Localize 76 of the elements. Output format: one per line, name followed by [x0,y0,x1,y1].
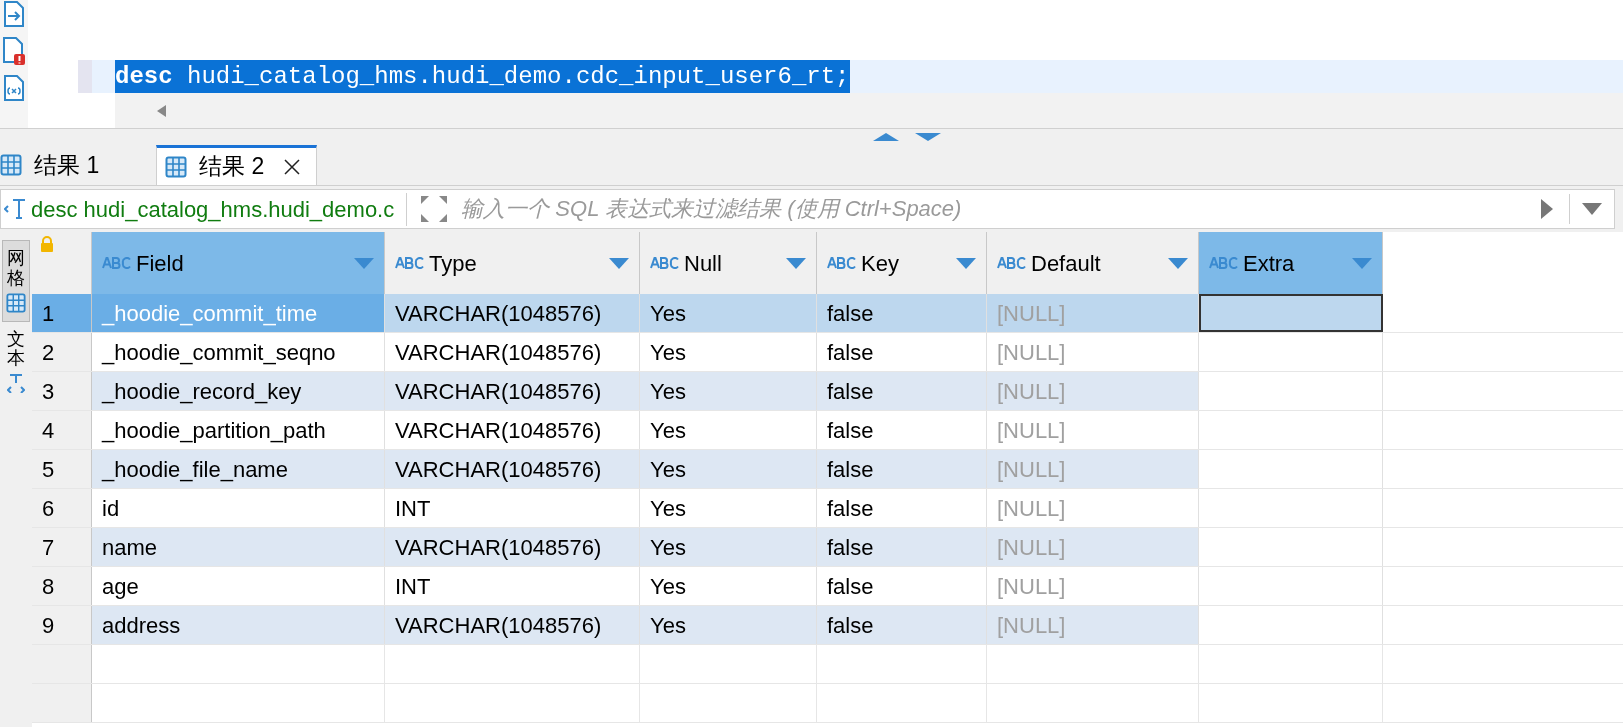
table-cell: [NULL] [987,606,1199,644]
table-cell: [NULL] [987,372,1199,410]
table-icon [165,155,187,178]
sort-caret-icon[interactable] [1168,257,1188,269]
dropdown-caret-icon[interactable] [1582,203,1602,215]
column-header[interactable]: Field [92,232,385,294]
row-number[interactable]: 7 [32,528,92,566]
sort-caret-icon[interactable] [609,257,629,269]
table-cell: VARCHAR(1048576) [385,450,640,488]
table-cell: Yes [640,528,817,566]
text-cursor-icon [4,198,28,220]
text-view-icon [7,373,25,394]
expand-down-icon[interactable] [914,132,941,141]
sql-statement: desc hudi_catalog_hms.hudi_demo.cdc_input_user6_rt; [115,60,850,93]
sort-caret-icon[interactable] [956,257,976,269]
result-tab[interactable]: 结果 2 [156,145,318,185]
document-arrow-icon[interactable] [3,0,25,28]
document-variable-icon[interactable] [3,74,25,102]
filter-input[interactable]: 输入一个 SQL 表达式来过滤结果 (使用 Ctrl+Space) [461,190,1525,228]
view-tab[interactable]: 文本 [2,321,30,402]
column-header[interactable]: Type [385,232,640,294]
table-cell: Yes [640,294,817,332]
table-cell: Yes [640,372,817,410]
row-number[interactable]: 6 [32,489,92,527]
query-text: desc hudi_catalog_hms.hudi_demo.c [31,192,408,226]
view-tab[interactable]: 网格 [2,240,30,322]
table-cell: VARCHAR(1048576) [385,294,640,332]
text-type-icon [650,257,680,269]
row-number[interactable]: 9 [32,606,92,644]
column-header[interactable]: Key [817,232,987,294]
table-cell: _hoodie_record_key [92,372,385,410]
expand-icon[interactable] [419,194,450,224]
sort-caret-icon[interactable] [1352,257,1372,269]
table-cell: false [817,294,987,332]
table-cell: false [817,372,987,410]
text-type-icon [997,257,1027,269]
table-cell: _hoodie_commit_time [92,294,385,332]
text-type-icon [827,257,857,269]
table-cell: [NULL] [987,450,1199,488]
text-type-icon [395,257,425,269]
table-cell: Yes [640,450,817,488]
text-type-icon [102,257,132,269]
sort-caret-icon[interactable] [354,257,374,269]
row-number[interactable]: 8 [32,567,92,605]
lock-icon [40,236,54,252]
row-number[interactable]: 1 [32,294,92,332]
table-cell: Yes [640,606,817,644]
table-cell: false [817,606,987,644]
table-cell: false [817,528,987,566]
collapse-up-icon[interactable] [872,132,899,141]
table-cell: _hoodie_file_name [92,450,385,488]
text-type-icon [1209,257,1239,269]
table-cell: false [817,450,987,488]
row-number[interactable]: 5 [32,450,92,488]
document-warning-icon[interactable] [2,36,26,66]
table-icon [0,154,22,176]
row-number[interactable]: 4 [32,411,92,449]
column-header[interactable]: Null [640,232,817,294]
scroll-left-icon[interactable] [157,104,167,117]
close-icon[interactable] [284,158,301,175]
table-cell: [NULL] [987,528,1199,566]
sort-caret-icon[interactable] [786,257,806,269]
table-cell: VARCHAR(1048576) [385,528,640,566]
table-cell: name [92,528,385,566]
table-cell: address [92,606,385,644]
row-number[interactable]: 3 [32,372,92,410]
row-number[interactable]: 2 [32,333,92,371]
column-header[interactable]: Default [987,232,1199,294]
grid-icon [6,292,26,313]
play-icon[interactable] [1541,199,1553,219]
table-cell: VARCHAR(1048576) [385,372,640,410]
column-header[interactable]: Extra [1199,232,1383,294]
table-cell: VARCHAR(1048576) [385,606,640,644]
filter-field[interactable]: desc hudi_catalog_hms.hudi_demo.c 输入一个 SQL 表达式来过滤结果 (使用 Ctrl+Space) [0,189,1615,229]
result-tab[interactable]: 结果 1 [0,145,140,185]
table-cell: [NULL] [987,294,1199,332]
